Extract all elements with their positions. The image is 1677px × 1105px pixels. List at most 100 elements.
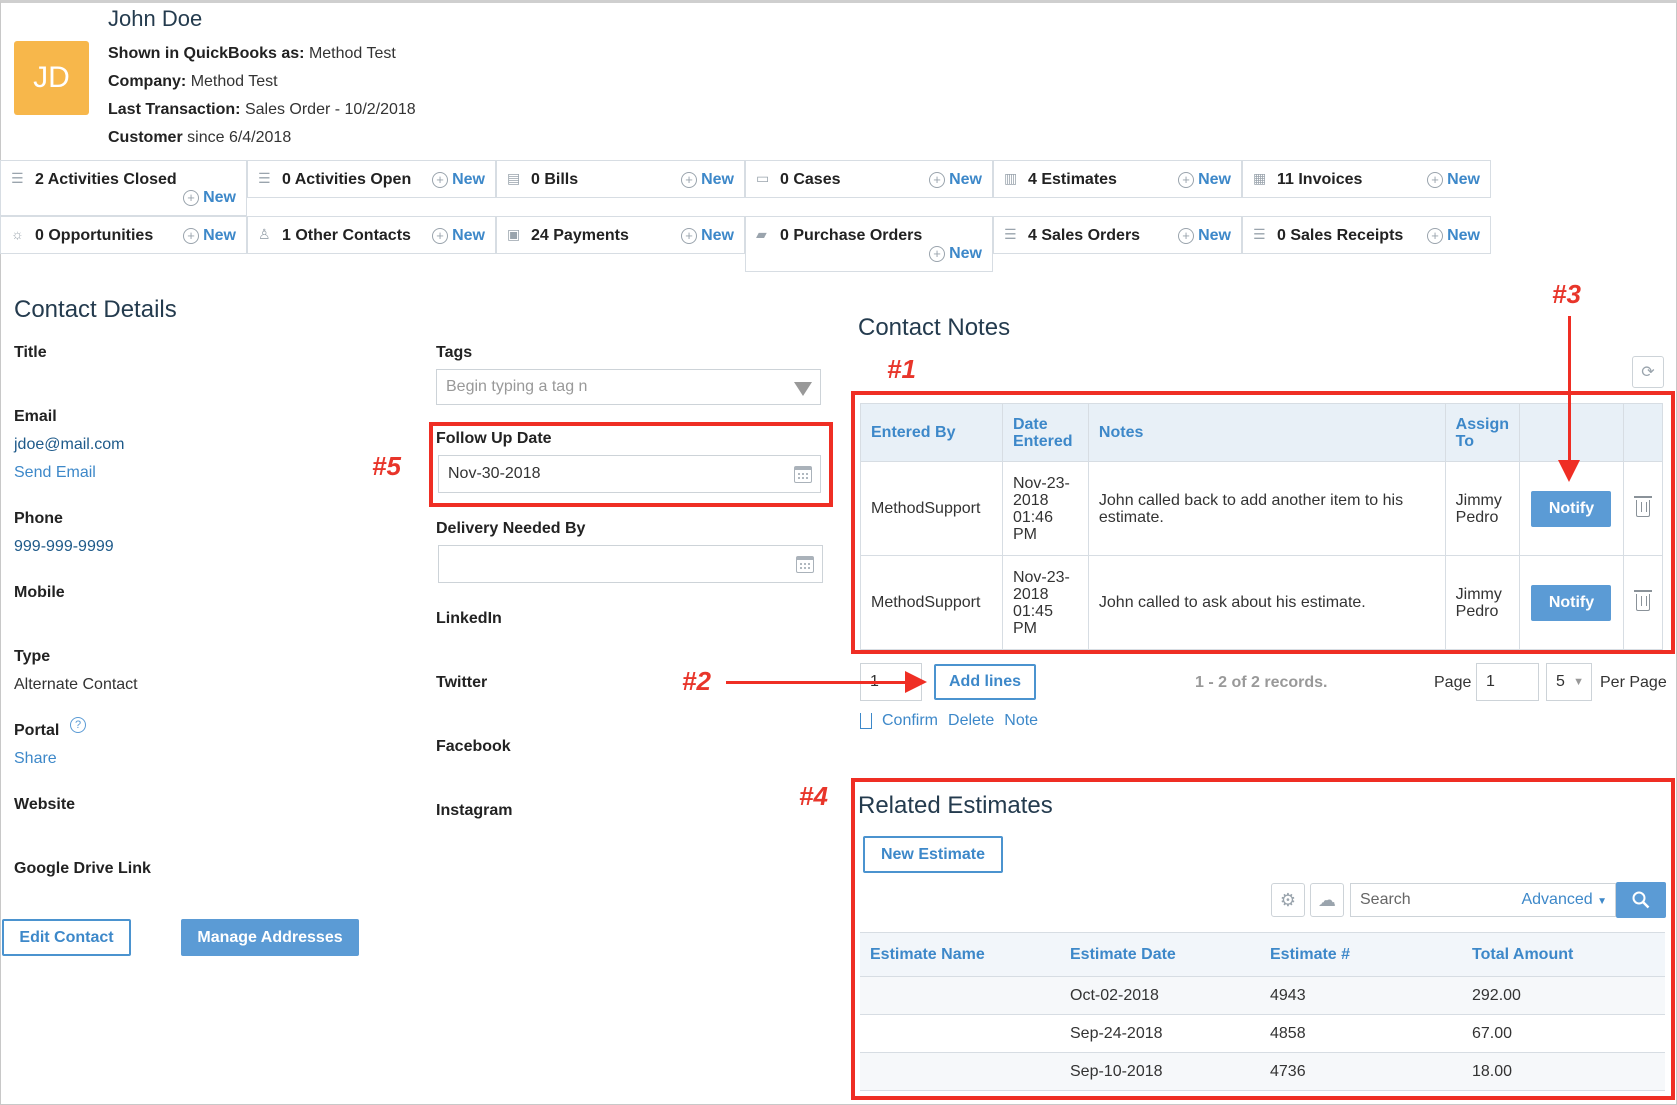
tile-cases[interactable]: ▭ 0 Cases + New: [745, 160, 993, 198]
company-value: Method Test: [190, 73, 278, 90]
instagram-label: Instagram: [436, 802, 513, 819]
tile-label: 24 Payments: [531, 227, 629, 244]
company: Company: Method Test: [108, 73, 278, 91]
per-page-label: Per Page: [1600, 674, 1667, 691]
tile-opportunities[interactable]: ☼ 0 Opportunities + New: [0, 216, 247, 254]
linkedin-label: LinkedIn: [436, 610, 502, 627]
new-purchase-order-link[interactable]: + New: [929, 245, 982, 263]
new-activity-closed-link[interactable]: + New: [183, 189, 236, 207]
plus-icon: +: [1427, 228, 1444, 244]
new-label: New: [949, 245, 982, 262]
mobile-label: Mobile: [14, 584, 65, 601]
tags-input[interactable]: Begin typing a tag n: [436, 369, 821, 405]
email-link[interactable]: jdoe@mail.com: [14, 436, 125, 454]
new-label: New: [1198, 171, 1231, 188]
tile-sales-receipts[interactable]: ☰ 0 Sales Receipts + New: [1242, 216, 1491, 254]
tile-label: 0 Sales Receipts: [1277, 227, 1404, 244]
delivery-needed-by-input[interactable]: [438, 545, 823, 583]
new-label: New: [452, 171, 485, 188]
tile-invoices[interactable]: ▦ 11 Invoices + New: [1242, 160, 1491, 198]
new-sales-receipt-link[interactable]: + New: [1427, 227, 1480, 245]
tile-label: 0 Activities Open: [282, 171, 412, 188]
phone-link[interactable]: 999-999-9999: [14, 538, 114, 556]
help-icon[interactable]: ?: [70, 717, 86, 733]
per-page-value: 5: [1556, 673, 1565, 690]
invoice-icon: ▦: [1253, 170, 1267, 186]
annotation-label-4: #4: [799, 781, 828, 811]
new-label: New: [452, 227, 485, 244]
tile-activities-open[interactable]: ☰ 0 Activities Open + New: [247, 160, 496, 198]
facebook-label: Facebook: [436, 738, 511, 755]
note-link[interactable]: Note: [1004, 712, 1038, 730]
records-count: 1 - 2 of 2 records.: [1195, 674, 1328, 691]
tile-activities-closed[interactable]: ☰ 2 Activities Closed + New: [0, 160, 247, 216]
manage-addresses-button[interactable]: Manage Addresses: [181, 919, 359, 956]
page-number-value: 1: [1486, 673, 1495, 690]
tile-label: 1 Other Contacts: [282, 227, 411, 244]
new-bill-link[interactable]: + New: [681, 171, 734, 189]
add-lines-button[interactable]: Add lines: [934, 664, 1036, 700]
new-label: New: [701, 227, 734, 244]
portal-share-link[interactable]: Share: [14, 750, 57, 768]
company-label: Company:: [108, 73, 187, 90]
list-icon: ☰: [258, 170, 271, 186]
annotation-label-1: #1: [887, 354, 916, 384]
shown-value: Method Test: [308, 45, 396, 62]
bill-icon: ▤: [507, 170, 521, 186]
new-opportunity-link[interactable]: + New: [183, 227, 236, 245]
last-transaction: Last Transaction: Sales Order - 10/2/201…: [108, 101, 416, 119]
estimate-icon: ▥: [1004, 170, 1018, 186]
new-estimate-link[interactable]: + New: [1178, 171, 1231, 189]
new-activity-open-link[interactable]: + New: [432, 171, 485, 189]
list-icon: ☰: [1004, 226, 1017, 242]
refresh-icon[interactable]: ⟳: [1632, 356, 1664, 388]
page-number-input[interactable]: 1: [1476, 663, 1539, 701]
new-case-link[interactable]: + New: [929, 171, 982, 189]
annotation-box-1: [851, 391, 1675, 654]
tile-label: 0 Cases: [780, 171, 841, 188]
send-email-link[interactable]: Send Email: [14, 464, 96, 482]
inbox-icon: ▭: [756, 170, 770, 186]
annotation-label-2: #2: [682, 666, 711, 696]
type-label: Type: [14, 648, 51, 665]
dropdown-arrow-icon[interactable]: [794, 382, 812, 396]
tile-label: 4 Estimates: [1028, 171, 1117, 188]
new-contact-link[interactable]: + New: [432, 227, 485, 245]
tile-label: 4 Sales Orders: [1028, 227, 1141, 244]
last-transaction-value: Sales Order - 10/2/2018: [244, 101, 416, 118]
portal-label: Portal: [14, 722, 60, 739]
plus-icon: +: [929, 172, 946, 188]
tile-estimates[interactable]: ▥ 4 Estimates + New: [993, 160, 1242, 198]
calendar-icon[interactable]: [796, 556, 814, 573]
delete-link[interactable]: Delete: [948, 712, 994, 730]
new-invoice-link[interactable]: + New: [1427, 171, 1480, 189]
tile-purchase-orders[interactable]: ▰ 0 Purchase Orders + New: [745, 216, 993, 272]
tile-sales-orders[interactable]: ☰ 4 Sales Orders + New: [993, 216, 1242, 254]
cart-icon: ▰: [756, 226, 767, 242]
new-payment-link[interactable]: + New: [681, 227, 734, 245]
delivery-needed-by-label: Delivery Needed By: [436, 520, 586, 537]
website-label: Website: [14, 796, 76, 813]
shown-label: Shown in QuickBooks as:: [108, 45, 305, 62]
new-label: New: [701, 171, 734, 188]
plus-icon: +: [1178, 172, 1195, 188]
contacts-icon: ♙: [258, 226, 271, 242]
new-label: New: [1198, 227, 1231, 244]
avatar-initials: JD: [33, 61, 70, 94]
tile-bills[interactable]: ▤ 0 Bills + New: [496, 160, 745, 198]
edit-contact-button[interactable]: Edit Contact: [2, 919, 131, 956]
new-sales-order-link[interactable]: + New: [1178, 227, 1231, 245]
annotation-arrow-2: [726, 681, 906, 684]
annotation-label-5: #5: [372, 451, 401, 481]
plus-icon: +: [432, 172, 449, 188]
tile-other-contacts[interactable]: ♙ 1 Other Contacts + New: [247, 216, 496, 254]
per-page-select[interactable]: 5 ▼: [1546, 663, 1592, 701]
annotation-arrowhead-3: [1558, 460, 1580, 482]
confirm-link[interactable]: Confirm: [882, 712, 938, 730]
shown-in-quickbooks: Shown in QuickBooks as: Method Test: [108, 45, 396, 63]
annotation-arrowhead-2: [905, 671, 927, 693]
payment-icon: ▣: [507, 226, 521, 242]
last-transaction-label: Last Transaction:: [108, 101, 241, 118]
tile-payments[interactable]: ▣ 24 Payments + New: [496, 216, 745, 254]
tags-label: Tags: [436, 344, 473, 361]
